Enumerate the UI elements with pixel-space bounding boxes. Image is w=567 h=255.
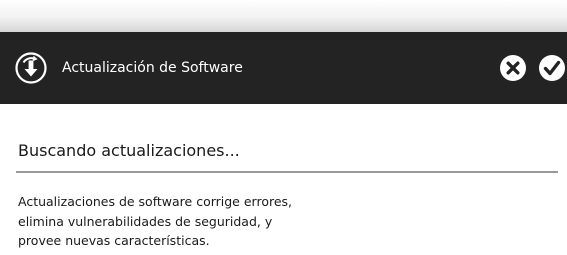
close-icon [500, 55, 526, 81]
divider [16, 171, 558, 173]
update-status: Buscando actualizaciones... [18, 141, 240, 160]
checkmark-icon [539, 55, 565, 81]
close-button[interactable] [499, 54, 527, 82]
update-download-icon [14, 51, 48, 85]
update-description: Actualizaciones de software corrige erro… [18, 194, 293, 248]
confirm-button[interactable] [538, 54, 566, 82]
dialog-title-bar: Actualización de Software [0, 32, 567, 104]
window-top-edge [0, 0, 567, 32]
dialog-title: Actualización de Software [62, 60, 243, 76]
